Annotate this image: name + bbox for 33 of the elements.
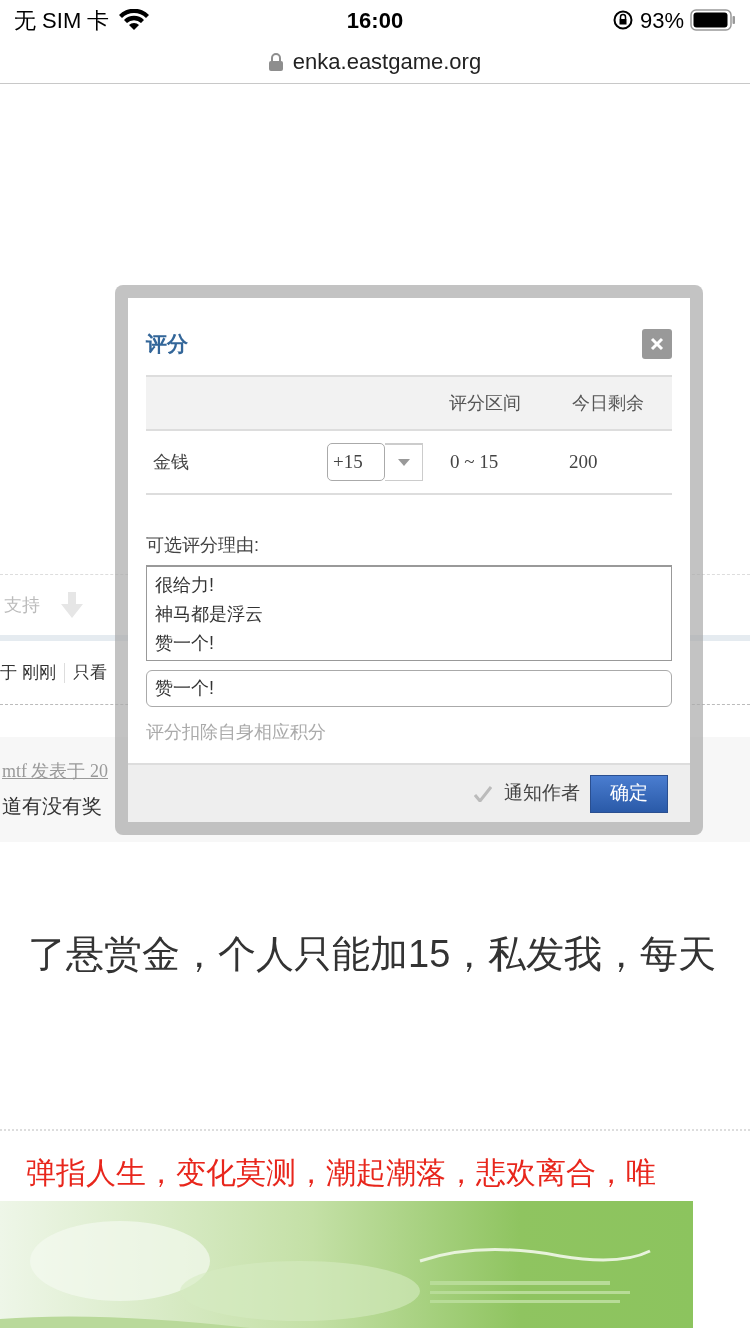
column-header: 今日剩余: [572, 391, 646, 415]
remaining-text: 200: [568, 449, 598, 474]
reason-option[interactable]: 赞一个!: [155, 629, 671, 658]
down-arrow-icon[interactable]: [60, 592, 84, 618]
reason-option[interactable]: 很给力!: [155, 571, 671, 600]
notify-author-label[interactable]: 通知作者: [504, 779, 580, 808]
close-button[interactable]: [642, 328, 672, 359]
column-header: 评分区间: [449, 391, 523, 415]
hint-text: 评分扣除自身相应积分: [146, 720, 326, 744]
url-text[interactable]: enka.eastgame.org: [292, 45, 482, 78]
post-body-text: 了悬赏金，个人只能加15，私发我，每天: [28, 932, 717, 977]
reason-input[interactable]: 赞一个!: [146, 670, 672, 707]
range-text: 0 ~ 15: [449, 449, 500, 474]
reasons-label: 可选评分理由:: [146, 534, 259, 557]
dialog-title: 评分: [146, 330, 188, 357]
rotation-lock-icon: [611, 9, 634, 31]
carrier-text: 无 SIM 卡: [14, 6, 110, 35]
wifi-icon: [119, 9, 150, 31]
row-label: 金钱: [152, 450, 190, 474]
signature-text: 弹指人生，变化莫测，潮起潮落，悲欢离合，唯: [26, 1155, 656, 1191]
only-view-link[interactable]: 只看: [72, 659, 107, 686]
dropdown-caret-icon: [397, 459, 410, 466]
post-time-text: 于 刚刚: [0, 661, 56, 684]
reasons-listbox[interactable]: 很给力! 神马都是浮云 赞一个!: [146, 565, 672, 661]
battery-icon: [690, 9, 736, 31]
confirm-button[interactable]: 确定: [590, 774, 668, 813]
reason-option[interactable]: 神马都是浮云: [155, 600, 671, 629]
close-icon: [650, 336, 664, 351]
battery-text: 93%: [639, 6, 684, 35]
check-icon[interactable]: [474, 785, 492, 802]
quote-text: 道有没有奖: [2, 794, 102, 819]
lock-icon: [268, 52, 283, 71]
clock-text: 16:00: [346, 6, 404, 35]
